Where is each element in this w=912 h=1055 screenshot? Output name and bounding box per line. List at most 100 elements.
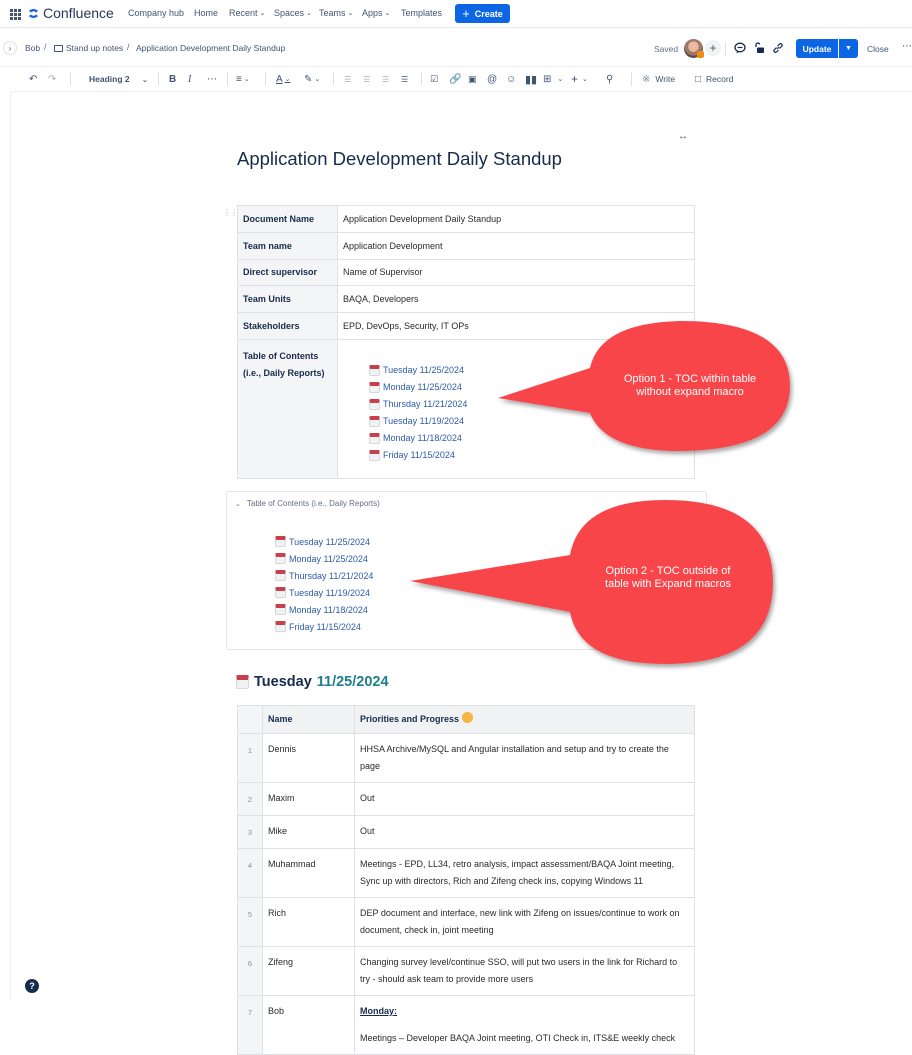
member-progress[interactable]: Out [354,782,695,816]
nav-recent[interactable]: Recent ⌄ [229,8,265,18]
calendar-icon [369,449,380,461]
full-width-toggle-icon[interactable]: ↔ [678,131,688,142]
nav-apps[interactable]: Apps ⌄ [362,8,390,18]
nav-home[interactable]: Home [194,8,218,18]
layouts-icon[interactable]: ▮▮ [525,72,537,86]
page-title[interactable]: Application Development Daily Standup [237,148,562,170]
toc-link[interactable]: Monday 11/18/2024 [289,605,368,615]
breadcrumb-current-page[interactable]: Application Development Daily Standup [136,43,285,53]
member-name[interactable]: Bob [262,995,355,1055]
search-icon[interactable]: ⚲ [606,72,613,86]
numbered-list-icon[interactable]: ☰ [363,72,370,86]
unlock-icon[interactable] [752,41,766,55]
image-icon[interactable]: ▣ [468,72,477,86]
table-key[interactable]: Direct supervisor [237,258,338,287]
italic-icon[interactable]: I [188,72,191,86]
member-name[interactable]: Dennis [262,733,355,783]
table-key[interactable]: Team Units [237,285,338,314]
toc-link[interactable]: Thursday 11/21/2024 [289,571,373,581]
member-progress[interactable]: Out [354,815,695,849]
toc-link[interactable]: Tuesday 11/19/2024 [289,588,370,598]
chevron-down-icon: ⌄ [582,76,588,83]
member-name[interactable]: Mike [262,815,355,849]
calendar-icon [275,536,286,547]
insert-icon[interactable]: + ⌄ [571,72,588,86]
breadcrumb-bob[interactable]: Bob [25,43,40,53]
table-key[interactable]: Stakeholders [237,312,338,340]
indent-icon[interactable]: ☰ [401,72,408,86]
table-key[interactable]: Document Name [237,205,338,233]
daily-report-heading[interactable]: Tuesday 11/25/2024 [236,674,389,690]
member-name[interactable]: Muhammad [262,848,355,898]
bold-icon[interactable]: B [169,72,176,86]
toc-link[interactable]: Monday 11/18/2024 [383,433,462,443]
highlight-icon[interactable]: ✎ ⌄ [304,72,320,86]
record-button[interactable]: □ Record [695,72,733,86]
table-key[interactable]: Table of Contents (i.e., Daily Reports) [237,338,338,479]
create-button[interactable]: + Create [455,4,510,23]
add-collaborator-button[interactable]: + [705,40,721,56]
outdent-icon[interactable]: ☰ [382,72,389,86]
expand-toggle[interactable]: ⌄ Table of Contents (i.e., Daily Reports… [235,499,380,508]
update-button[interactable]: Update [796,39,838,58]
member-progress[interactable]: HHSA Archive/MySQL and Angular installat… [354,733,695,783]
toc-link[interactable]: Tuesday 11/25/2024 [383,365,464,375]
comment-icon[interactable] [733,41,747,55]
write-button[interactable]: ※ Write [642,72,675,86]
nav-company-hub[interactable]: Company hub [128,8,184,18]
help-icon[interactable]: ? [25,979,39,993]
table-key[interactable]: Team name [237,231,338,260]
toc-link[interactable]: Monday 11/25/2024 [383,382,462,392]
member-progress[interactable]: Monday: Meetings – Developer BAQA Joint … [354,995,695,1055]
nav-spaces[interactable]: Spaces ⌄ [274,8,312,18]
bullet-list-icon[interactable]: ☰ [344,72,351,86]
emoji-icon[interactable]: ☺ [506,72,516,86]
member-name[interactable]: Maxim [262,782,355,816]
drag-handle-icon[interactable]: ⋮⋮ [223,208,238,217]
sidebar-expand-button[interactable]: › [3,41,17,55]
toc-link[interactable]: Friday 11/15/2024 [383,450,455,460]
more-actions-icon[interactable]: ⋯ [902,41,912,52]
member-progress[interactable]: Meetings - EPD, LL34, retro analysis, im… [354,848,695,898]
row-number-header[interactable] [237,705,263,734]
member-name[interactable]: Rich [262,897,355,947]
update-options-dropdown[interactable]: ▼ [839,39,858,58]
confluence-logo[interactable]: Confluence [28,5,114,21]
more-formatting-icon[interactable]: ⋯ [207,72,217,86]
text-color-icon[interactable]: A ⌄ [276,72,291,86]
table-icon[interactable]: ⊞ ⌄ [543,72,563,86]
member-progress[interactable]: Changing survey level/continue SSO, will… [354,946,695,996]
ai-sparkle-icon: ※ [642,73,651,85]
action-item-icon[interactable]: ☑ [430,72,438,86]
toc-link[interactable]: Thursday 11/21/2024 [383,399,467,409]
divider [265,72,266,86]
column-header-name[interactable]: Name [262,705,355,734]
toc-link[interactable]: Friday 11/15/2024 [289,622,361,632]
mention-icon[interactable]: @ [487,72,497,86]
column-header-priorities[interactable]: Priorities and Progress [354,705,695,734]
text-style-dropdown[interactable]: Heading 2 ⌄ [89,72,148,86]
divider [631,72,632,86]
nav-templates[interactable]: Templates [401,8,442,18]
link-icon[interactable] [771,41,785,55]
undo-icon[interactable]: ↶ [29,72,37,86]
table-value[interactable]: Name of Supervisor [337,258,695,287]
toc-item: Monday 11/18/2024 [275,601,373,618]
toc-link[interactable]: Tuesday 11/25/2024 [289,537,370,547]
nav-teams[interactable]: Teams ⌄ [319,8,353,18]
table-value[interactable]: BAQA, Developers [337,285,695,314]
app-switcher-icon[interactable] [10,9,21,20]
table-value[interactable]: Application Development Daily Standup [337,205,695,233]
redo-icon[interactable]: ↷ [48,72,56,86]
table-value[interactable]: Application Development [337,231,695,260]
nav-label: Recent [229,8,258,18]
close-button[interactable]: Close [867,44,889,54]
toc-link[interactable]: Monday 11/25/2024 [289,554,368,564]
alignment-icon[interactable]: ≡ ⌄ [236,72,250,86]
chevron-down-icon: ⌄ [384,10,391,17]
toc-link[interactable]: Tuesday 11/19/2024 [383,416,464,426]
member-progress[interactable]: DEP document and interface, new link wit… [354,897,695,947]
breadcrumb-stand-up-notes[interactable]: Stand up notes [54,43,123,53]
link-icon[interactable]: 🔗 [449,72,461,86]
member-name[interactable]: Zifeng [262,946,355,996]
